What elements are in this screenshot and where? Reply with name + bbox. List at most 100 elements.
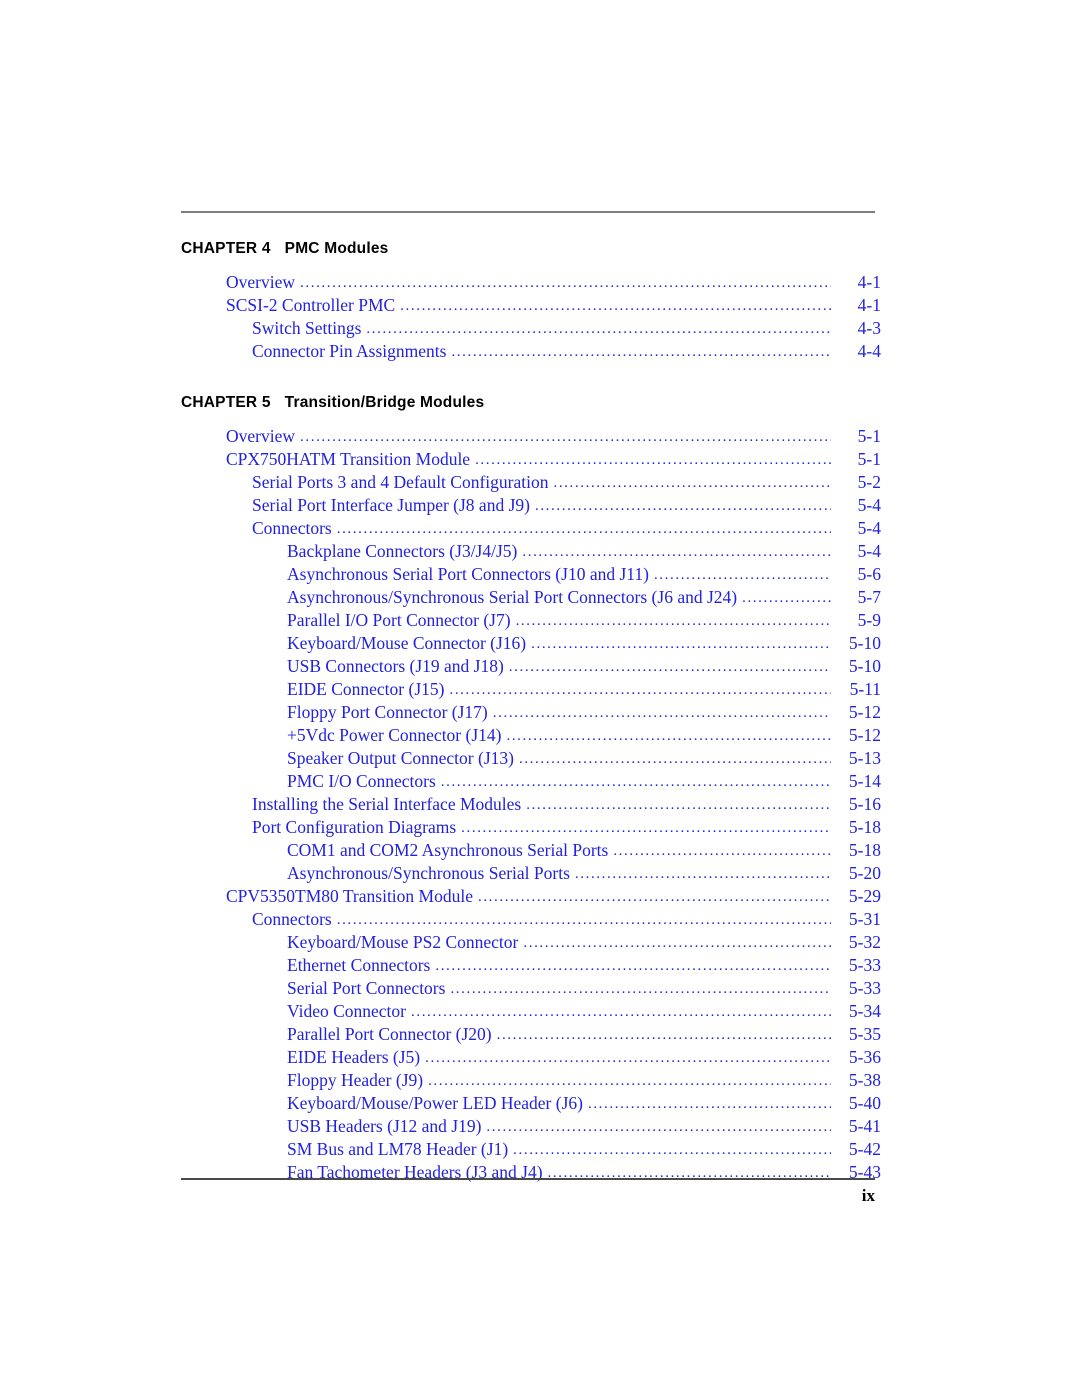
toc-entry[interactable]: Parallel Port Connector (J20)...........…: [181, 1024, 881, 1047]
toc-entry[interactable]: Port Configuration Diagrams.............…: [181, 817, 881, 840]
toc-entry-page: 5-16: [848, 794, 881, 814]
toc-entry[interactable]: PMC I/O Connectors......................…: [181, 771, 881, 794]
dot-leader: ........................................…: [451, 344, 831, 360]
toc-entry-label: Video Connector: [287, 1001, 406, 1021]
dot-leader: ........................................…: [435, 958, 831, 974]
dot-leader: ........................................…: [461, 820, 831, 836]
chapter-title: Transition/Bridge Modules: [284, 394, 485, 411]
toc-entry[interactable]: EIDE Connector (J15)....................…: [181, 679, 881, 702]
toc-entry-page: 5-35: [848, 1024, 881, 1044]
dot-leader: ........................................…: [522, 544, 831, 560]
dot-leader: ........................................…: [508, 659, 831, 675]
toc-entry[interactable]: CPV5350TM80 Transition Module...........…: [181, 886, 881, 909]
toc-entry-label: Connectors: [252, 518, 332, 538]
dot-leader: ........................................…: [450, 981, 831, 997]
toc-entry[interactable]: Fan Tachometer Headers (J3 and J4)......…: [181, 1162, 881, 1185]
toc-entry-label: Serial Port Connectors: [287, 978, 446, 998]
dot-leader: ........................................…: [547, 1165, 831, 1181]
toc-entry[interactable]: Floppy Header (J9)......................…: [181, 1070, 881, 1093]
toc-entry-label: Parallel I/O Port Connector (J7): [287, 610, 511, 630]
toc-entry-page: 5-14: [848, 771, 881, 791]
toc-entry-page: 5-1: [857, 449, 881, 469]
toc-entry[interactable]: Backplane Connectors (J3/J4/J5).........…: [181, 541, 881, 564]
dot-leader: ........................................…: [440, 774, 831, 790]
toc-entry[interactable]: Connector Pin Assignments...............…: [181, 341, 881, 364]
toc-entry[interactable]: Overview................................…: [181, 426, 881, 449]
toc-entry[interactable]: Floppy Port Connector (J17).............…: [181, 702, 881, 725]
toc-entry[interactable]: Connectors..............................…: [181, 518, 881, 541]
dot-leader: ........................................…: [513, 1142, 831, 1158]
dot-leader: ........................................…: [425, 1050, 831, 1066]
dot-leader: ........................................…: [515, 613, 831, 629]
toc-entry-label: Keyboard/Mouse/Power LED Header (J6): [287, 1093, 583, 1113]
toc-entry[interactable]: Speaker Output Connector (J13)..........…: [181, 748, 881, 771]
toc-entry-label: USB Connectors (J19 and J18): [287, 656, 504, 676]
toc-entry[interactable]: +5Vdc Power Connector (J14).............…: [181, 725, 881, 748]
toc-entry[interactable]: Serial Port Connectors..................…: [181, 978, 881, 1001]
dot-leader: ........................................…: [475, 452, 831, 468]
toc-entry-label: Parallel Port Connector (J20): [287, 1024, 492, 1044]
toc-entry[interactable]: SCSI-2 Controller PMC...................…: [181, 295, 881, 318]
toc-entry-label: Ethernet Connectors: [287, 955, 431, 975]
toc-entry[interactable]: Overview................................…: [181, 272, 881, 295]
toc-entry-page: 5-7: [857, 587, 881, 607]
dot-leader: ........................................…: [496, 1027, 831, 1043]
toc-entry[interactable]: Keyboard/Mouse/Power LED Header (J6)....…: [181, 1093, 881, 1116]
toc-entry[interactable]: Connectors..............................…: [181, 909, 881, 932]
toc-entry-label: Asynchronous/Synchronous Serial Port Con…: [287, 587, 738, 607]
chapter-title: PMC Modules: [284, 240, 389, 257]
toc-entry[interactable]: Asynchronous/Synchronous Serial Port Con…: [181, 587, 881, 610]
toc-entry[interactable]: Installing the Serial Interface Modules.…: [181, 794, 881, 817]
dot-leader: ........................................…: [411, 1004, 831, 1020]
toc-entry-page: 5-33: [848, 955, 881, 975]
toc-entry[interactable]: Keyboard/Mouse PS2 Connector............…: [181, 932, 881, 955]
toc-entry[interactable]: CPX750HATM Transition Module............…: [181, 449, 881, 472]
toc-entry[interactable]: Asynchronous Serial Port Connectors (J10…: [181, 564, 881, 587]
toc-page: CHAPTER 4 PMC Modules Overview............…: [0, 0, 1080, 1397]
dot-leader: ........................................…: [486, 1119, 831, 1135]
toc-entry-label: Installing the Serial Interface Modules: [252, 794, 522, 814]
dot-leader: ........................................…: [492, 705, 831, 721]
toc-entry-label: Asynchronous/Synchronous Serial Ports: [287, 863, 570, 883]
dot-leader: ........................................…: [742, 590, 831, 606]
footer-rule: [181, 1178, 875, 1180]
toc-entry[interactable]: USB Connectors (J19 and J18)............…: [181, 656, 881, 679]
toc-entry-label: Floppy Header (J9): [287, 1070, 424, 1090]
toc-entry[interactable]: Parallel I/O Port Connector (J7)........…: [181, 610, 881, 633]
toc-entry-page: 5-32: [848, 932, 881, 952]
toc-entry-page: 5-33: [848, 978, 881, 998]
toc-entry-page: 5-11: [849, 679, 881, 699]
toc-entry-page: 5-34: [848, 1001, 881, 1021]
chapter-heading: CHAPTER 5 Transition/Bridge Modules: [181, 394, 881, 412]
dot-leader: ........................................…: [613, 843, 831, 859]
header-rule: [181, 211, 875, 213]
toc-entry[interactable]: Serial Port Interface Jumper (J8 and J9)…: [181, 495, 881, 518]
toc-entry-page: 5-10: [848, 656, 881, 676]
toc-entry[interactable]: Serial Ports 3 and 4 Default Configurati…: [181, 472, 881, 495]
toc-entry[interactable]: Switch Settings.........................…: [181, 318, 881, 341]
toc-entry[interactable]: Ethernet Connectors.....................…: [181, 955, 881, 978]
toc-entry[interactable]: Asynchronous/Synchronous Serial Ports...…: [181, 863, 881, 886]
toc-entry[interactable]: EIDE Headers (J5).......................…: [181, 1047, 881, 1070]
dot-leader: ........................................…: [477, 889, 831, 905]
toc-entry-page: 5-20: [848, 863, 881, 883]
chapter-heading: CHAPTER 4 PMC Modules: [181, 240, 881, 258]
toc-entry-page: 4-1: [857, 295, 881, 315]
dot-leader: ........................................…: [518, 751, 831, 767]
dot-leader: ........................................…: [400, 298, 831, 314]
dot-leader: ........................................…: [526, 797, 831, 813]
toc-entry[interactable]: USB Headers (J12 and J19)...............…: [181, 1116, 881, 1139]
toc-entry-label: COM1 and COM2 Asynchronous Serial Ports: [287, 840, 609, 860]
toc-entry-label: USB Headers (J12 and J19): [287, 1116, 482, 1136]
toc-entry-label: EIDE Connector (J15): [287, 679, 445, 699]
toc-entry[interactable]: Video Connector.........................…: [181, 1001, 881, 1024]
toc-content: CHAPTER 4 PMC Modules Overview............…: [181, 240, 881, 1185]
toc-entry[interactable]: Keyboard/Mouse Connector (J16)..........…: [181, 633, 881, 656]
toc-entry[interactable]: SM Bus and LM78 Header (J1).............…: [181, 1139, 881, 1162]
toc-entry-page: 4-3: [857, 318, 881, 338]
toc-entry-page: 5-40: [848, 1093, 881, 1113]
toc-entry[interactable]: COM1 and COM2 Asynchronous Serial Ports.…: [181, 840, 881, 863]
dot-leader: ........................................…: [523, 935, 831, 951]
